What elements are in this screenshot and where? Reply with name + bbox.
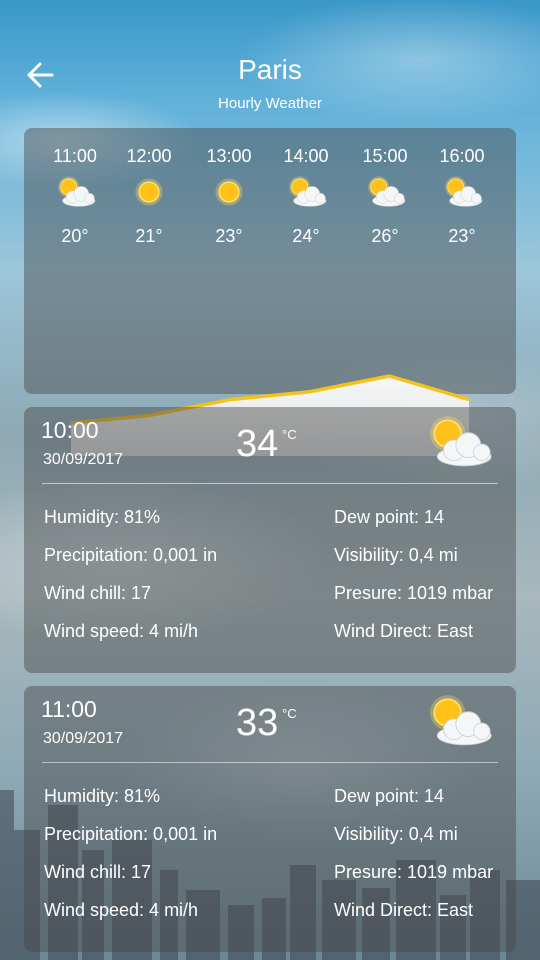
header: Paris Hourly Weather xyxy=(0,0,540,125)
detail-time: 10:00 xyxy=(41,417,99,443)
hour-weather-icon xyxy=(40,174,110,214)
hour-time: 15:00 xyxy=(362,146,408,166)
pressure-stat: Presure: 1019 mbar xyxy=(334,862,494,882)
humidity-stat: Humidity: 81% xyxy=(44,786,161,806)
dew-point-stat: Dew point: 14 xyxy=(334,786,445,806)
detail-card: 10:00 30/09/2017 34 °C Humidity: 81% Precipit… xyxy=(24,407,516,673)
partly-cloudy-icon xyxy=(289,176,327,207)
sunny-icon xyxy=(215,178,243,206)
dew-point-stat: Dew point: 14 xyxy=(334,507,445,527)
detail-date: 30/09/2017 xyxy=(43,451,124,468)
humidity-stat: Humidity: 81% xyxy=(44,507,161,527)
wind-chill-stat: Wind chill: 17 xyxy=(44,583,152,603)
page-subtitle: Hourly Weather xyxy=(218,95,322,112)
partly-cloudy-icon xyxy=(430,416,492,467)
hour-weather-icon xyxy=(194,174,264,214)
hour-time: 13:00 xyxy=(206,146,252,166)
wind-speed-stat: Wind speed: 4 mi/h xyxy=(44,621,199,641)
detail-temperature: 34 xyxy=(236,423,279,465)
hour-time: 14:00 xyxy=(283,146,329,166)
pressure-stat: Presure: 1019 mbar xyxy=(334,583,494,603)
detail-weather-icon xyxy=(416,413,500,476)
divider xyxy=(42,483,498,484)
partly-cloudy-icon xyxy=(368,176,406,207)
hour-weather-icon xyxy=(271,174,341,214)
detail-weather-icon xyxy=(416,692,500,755)
detail-date: 30/09/2017 xyxy=(43,730,124,747)
temperature-unit: °C xyxy=(282,706,297,721)
city-title: Paris xyxy=(238,54,302,85)
hour-time: 11:00 xyxy=(53,146,97,166)
divider xyxy=(42,762,498,763)
sunny-icon xyxy=(135,178,163,206)
temperature-unit: °C xyxy=(282,427,297,442)
hourly-forecast-card: 11:00 20° 12:00 21° 13:00 23° 14:00 24° 15:00 26°… xyxy=(24,128,516,456)
visibility-stat: Visibility: 0,4 mi xyxy=(334,824,458,844)
hour-weather-icon xyxy=(114,174,184,214)
wind-direction-stat: Wind Direct: East xyxy=(334,900,474,920)
detail-temperature: 33 xyxy=(236,702,279,744)
precipitation-stat: Precipitation: 0,001 in xyxy=(44,824,218,844)
wind-direction-stat: Wind Direct: East xyxy=(334,621,474,641)
hour-weather-icon xyxy=(350,174,420,214)
partly-cloudy-icon xyxy=(58,176,96,207)
partly-cloudy-icon xyxy=(430,695,492,746)
hour-weather-icon xyxy=(427,174,497,214)
visibility-stat: Visibility: 0,4 mi xyxy=(334,545,458,565)
hour-time: 12:00 xyxy=(126,146,172,166)
precipitation-stat: Precipitation: 0,001 in xyxy=(44,545,218,565)
partly-cloudy-icon xyxy=(445,176,483,207)
detail-card: 11:00 30/09/2017 33 °C Humidity: 81% Precipit… xyxy=(24,686,516,952)
detail-time: 11:00 xyxy=(41,696,97,722)
wind-speed-stat: Wind speed: 4 mi/h xyxy=(44,900,199,920)
hour-time: 16:00 xyxy=(439,146,485,166)
wind-chill-stat: Wind chill: 17 xyxy=(44,862,152,882)
